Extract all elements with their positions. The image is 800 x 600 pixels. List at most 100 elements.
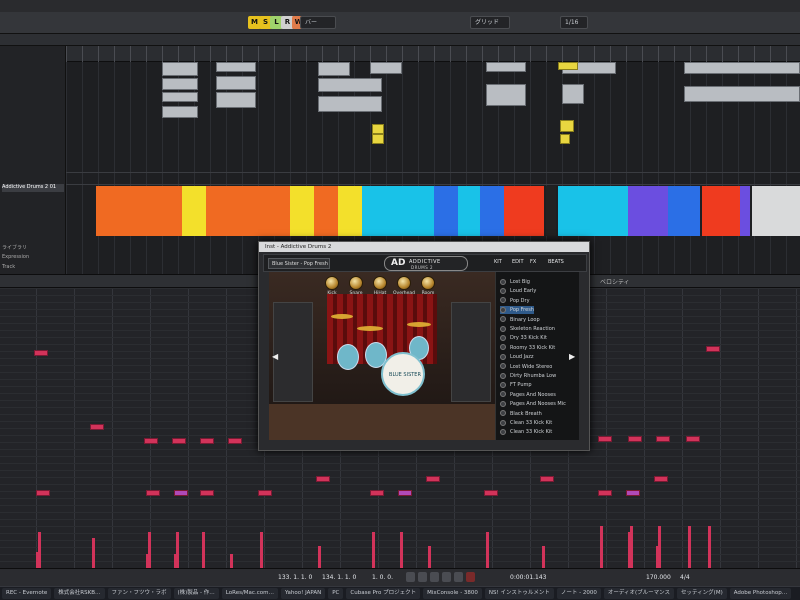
drum-track-part[interactable] [702, 186, 740, 236]
drum-track-part[interactable] [458, 186, 480, 236]
cymbal[interactable] [357, 326, 383, 331]
rewind-button[interactable] [406, 572, 415, 582]
preset-radio-icon[interactable] [500, 306, 506, 313]
left-locator[interactable]: 133. 1. 1. 0 [278, 574, 312, 581]
taskbar-item[interactable]: PC [328, 588, 344, 599]
midi-note[interactable] [540, 476, 554, 482]
quantize-select[interactable]: 1/16 [560, 16, 588, 29]
preset-item[interactable]: Dry 33 Kick Kit [500, 334, 547, 342]
midi-note[interactable] [398, 490, 412, 496]
midi-note[interactable] [686, 436, 700, 442]
kit-preset-select[interactable]: Blue Sister - Pop Fresh * [268, 258, 330, 269]
preset-item[interactable]: Skeleton Reaction [500, 325, 555, 333]
cycle-button[interactable] [430, 572, 439, 582]
midi-part[interactable] [486, 84, 526, 106]
drum-track-part[interactable] [338, 186, 362, 236]
midi-part[interactable] [216, 62, 256, 72]
midi-note[interactable] [426, 476, 440, 482]
tom-drum[interactable] [337, 344, 359, 370]
preset-radio-icon[interactable] [500, 334, 506, 341]
velocity-bar[interactable] [38, 532, 41, 568]
velocity-bar[interactable] [658, 526, 661, 568]
preset-item[interactable]: Clean 33 Kick Kit [500, 428, 552, 436]
position-display[interactable]: 1. 0. 0. [372, 574, 393, 581]
preset-radio-icon[interactable] [500, 419, 506, 426]
midi-note[interactable] [90, 424, 104, 430]
midi-note[interactable] [654, 476, 668, 482]
midi-note[interactable] [200, 438, 214, 444]
midi-note[interactable] [598, 436, 612, 442]
taskbar-item[interactable]: ファン・フツウ・ラボ [107, 588, 171, 599]
drum-track-part[interactable] [628, 186, 668, 236]
preset-item[interactable]: Pop Fresh [500, 306, 534, 315]
midi-note[interactable] [144, 438, 158, 444]
midi-part[interactable] [486, 62, 526, 72]
velocity-bar[interactable] [148, 532, 151, 568]
taskbar-item[interactable]: 株式会社RSKB… [54, 588, 105, 599]
plugin-tab-kit[interactable]: KIT [494, 259, 502, 265]
preset-radio-icon[interactable] [500, 316, 506, 323]
midi-note[interactable] [656, 436, 670, 442]
midi-note[interactable] [36, 490, 50, 496]
plugin-title[interactable]: Inst - Addictive Drums 2 [259, 242, 589, 252]
taskbar-item[interactable]: ノート - 2000 [556, 588, 601, 599]
velocity-bar[interactable] [176, 532, 179, 568]
preset-radio-icon[interactable] [500, 344, 506, 351]
velocity-bar[interactable] [230, 554, 233, 568]
snap-chip[interactable]: バー [300, 16, 336, 29]
preset-list[interactable]: Lost Big Loud Early Pop Dry Pop Fresh Binary… [495, 272, 579, 440]
drum-track-part[interactable] [740, 186, 750, 236]
midi-note[interactable] [200, 490, 214, 496]
plugin-tab-edit[interactable]: EDIT [512, 259, 524, 265]
knob-room[interactable] [421, 276, 435, 290]
midi-note[interactable] [706, 346, 720, 352]
midi-part[interactable] [318, 62, 350, 76]
tempo-display[interactable]: 170.000 [646, 574, 671, 581]
midi-part[interactable] [318, 78, 382, 92]
midi-note[interactable] [172, 438, 186, 444]
taskbar-item[interactable]: Yahoo! JAPAN [280, 588, 326, 599]
next-kit-arrow-icon[interactable]: ▶ [569, 352, 575, 361]
midi-note[interactable] [146, 490, 160, 496]
velocity-bar[interactable] [428, 546, 431, 568]
cymbal[interactable] [407, 322, 431, 327]
taskbar-item[interactable]: LoRes/Mac.com… [221, 588, 278, 599]
preset-item[interactable]: Loud Jazz [500, 353, 533, 361]
drum-track-part[interactable] [314, 186, 338, 236]
preset-item[interactable]: Binary Loop [500, 316, 540, 324]
drum-track-part[interactable] [752, 186, 800, 236]
midi-part[interactable] [162, 62, 198, 76]
preset-item[interactable]: Lost Wide Stereo [500, 363, 552, 371]
preset-item[interactable]: Clean 33 Kick Kit [500, 419, 552, 427]
kick-drum[interactable]: BLUE SISTER [381, 352, 425, 396]
velocity-bar[interactable] [708, 526, 711, 568]
signature-display[interactable]: 4/4 [680, 574, 690, 581]
grid-type-select[interactable]: グリッド [470, 16, 510, 29]
knob-kick[interactable] [325, 276, 339, 290]
drum-track-part[interactable] [504, 186, 544, 236]
midi-part[interactable] [562, 84, 584, 104]
velocity-bar[interactable] [318, 546, 321, 568]
midi-note[interactable] [628, 436, 642, 442]
drum-track-part[interactable] [206, 186, 290, 236]
preset-radio-icon[interactable] [500, 297, 506, 304]
timeline-ruler[interactable] [66, 46, 800, 62]
drum-track-part[interactable] [290, 186, 314, 236]
preset-radio-icon[interactable] [500, 400, 506, 407]
midi-part[interactable] [216, 76, 256, 90]
preset-radio-icon[interactable] [500, 353, 506, 360]
cymbal[interactable] [331, 314, 353, 319]
prev-kit-arrow-icon[interactable]: ◀ [272, 352, 278, 361]
midi-note[interactable] [598, 490, 612, 496]
drum-track-part[interactable] [480, 186, 504, 236]
preset-radio-icon[interactable] [500, 363, 506, 370]
velocity-bar[interactable] [688, 526, 691, 568]
taskbar-item[interactable]: オーディオ(ブルーマンス [603, 588, 675, 599]
midi-note[interactable] [370, 490, 384, 496]
preset-item[interactable]: Pages And Nooses [500, 391, 556, 399]
midi-note[interactable] [174, 490, 188, 496]
drum-track-part[interactable] [668, 186, 700, 236]
midi-part[interactable] [216, 92, 256, 108]
drum-track-part[interactable] [434, 186, 458, 236]
taskbar-item[interactable]: MixConsole - 3800 [423, 588, 482, 599]
